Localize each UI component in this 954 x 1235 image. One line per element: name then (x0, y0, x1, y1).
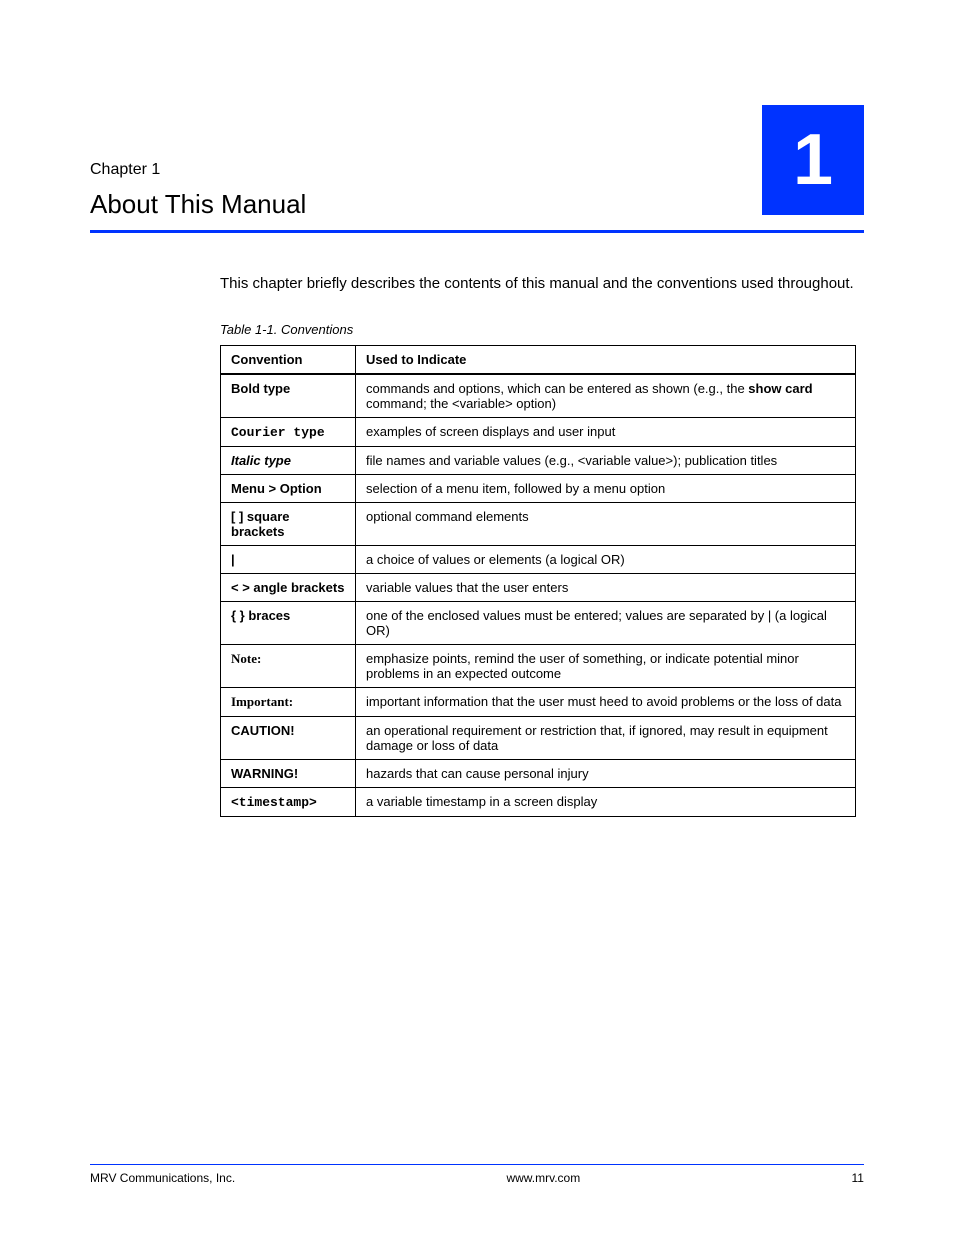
conv-desc: emphasize points, remind the user of som… (356, 644, 856, 687)
intro-paragraph: This chapter briefly describes the conte… (220, 273, 864, 296)
conv-bold: Bold type (231, 381, 290, 396)
page-footer: MRV Communications, Inc. www.mrv.com 11 (90, 1164, 864, 1185)
table-row: <timestamp> a variable timestamp in a sc… (221, 787, 856, 816)
conv-italic: Italic type (231, 453, 291, 468)
conv-desc: an operational requirement or restrictio… (356, 716, 856, 759)
conv-desc: commands and options, which can be enter… (356, 374, 856, 418)
table-row: Note: emphasize points, remind the user … (221, 644, 856, 687)
conv-brackets: [ ] square brackets (221, 502, 356, 545)
conv-pipe: | (221, 545, 356, 573)
conv-desc: selection of a menu item, followed by a … (356, 474, 856, 502)
conv-desc: a variable timestamp in a screen display (356, 787, 856, 816)
conv-braces: { } braces (221, 601, 356, 644)
footer-page-number: 11 (852, 1171, 864, 1185)
conv-warning: WARNING! (231, 766, 298, 781)
conventions-table: Convention Used to Indicate Bold type co… (220, 345, 856, 817)
table-row: | a choice of values or elements (a logi… (221, 545, 856, 573)
conv-angle: < > angle brackets (221, 573, 356, 601)
table-caption: Table 1-1. Conventions (220, 322, 864, 337)
conv-desc: one of the enclosed values must be enter… (356, 601, 856, 644)
conv-desc: a choice of values or elements (a logica… (356, 545, 856, 573)
table-row: Bold type commands and options, which ca… (221, 374, 856, 418)
conv-desc: examples of screen displays and user inp… (356, 417, 856, 446)
conv-desc: file names and variable values (e.g., <v… (356, 446, 856, 474)
footer-url: www.mrv.com (506, 1171, 580, 1185)
table-row: < > angle brackets variable values that … (221, 573, 856, 601)
chapter-title: About This Manual (90, 189, 762, 220)
conv-courier: Courier type (231, 425, 325, 440)
chapter-label: Chapter 1 (90, 161, 762, 179)
conv-caution: CAUTION! (231, 723, 295, 738)
conv-desc: hazards that can cause personal injury (356, 759, 856, 787)
col-header-description: Used to Indicate (356, 345, 856, 374)
header-divider (90, 230, 864, 233)
conv-important: Important: (231, 694, 293, 709)
conv-menu: Menu > Option (221, 474, 356, 502)
table-row: WARNING! hazards that can cause personal… (221, 759, 856, 787)
conv-desc: variable values that the user enters (356, 573, 856, 601)
table-header-row: Convention Used to Indicate (221, 345, 856, 374)
col-header-convention: Convention (221, 345, 356, 374)
chapter-number-badge: 1 (762, 105, 864, 215)
conv-timestamp: <timestamp> (231, 795, 317, 810)
conv-desc: optional command elements (356, 502, 856, 545)
conv-desc: important information that the user must… (356, 687, 856, 716)
footer-company: MRV Communications, Inc. (90, 1171, 235, 1185)
table-row: { } braces one of the enclosed values mu… (221, 601, 856, 644)
chapter-header: Chapter 1 About This Manual 1 (90, 105, 864, 220)
table-row: CAUTION! an operational requirement or r… (221, 716, 856, 759)
table-row: Important: important information that th… (221, 687, 856, 716)
conv-note: Note: (231, 651, 261, 666)
table-row: Italic type file names and variable valu… (221, 446, 856, 474)
table-row: [ ] square brackets optional command ele… (221, 502, 856, 545)
table-row: Courier type examples of screen displays… (221, 417, 856, 446)
table-row: Menu > Option selection of a menu item, … (221, 474, 856, 502)
